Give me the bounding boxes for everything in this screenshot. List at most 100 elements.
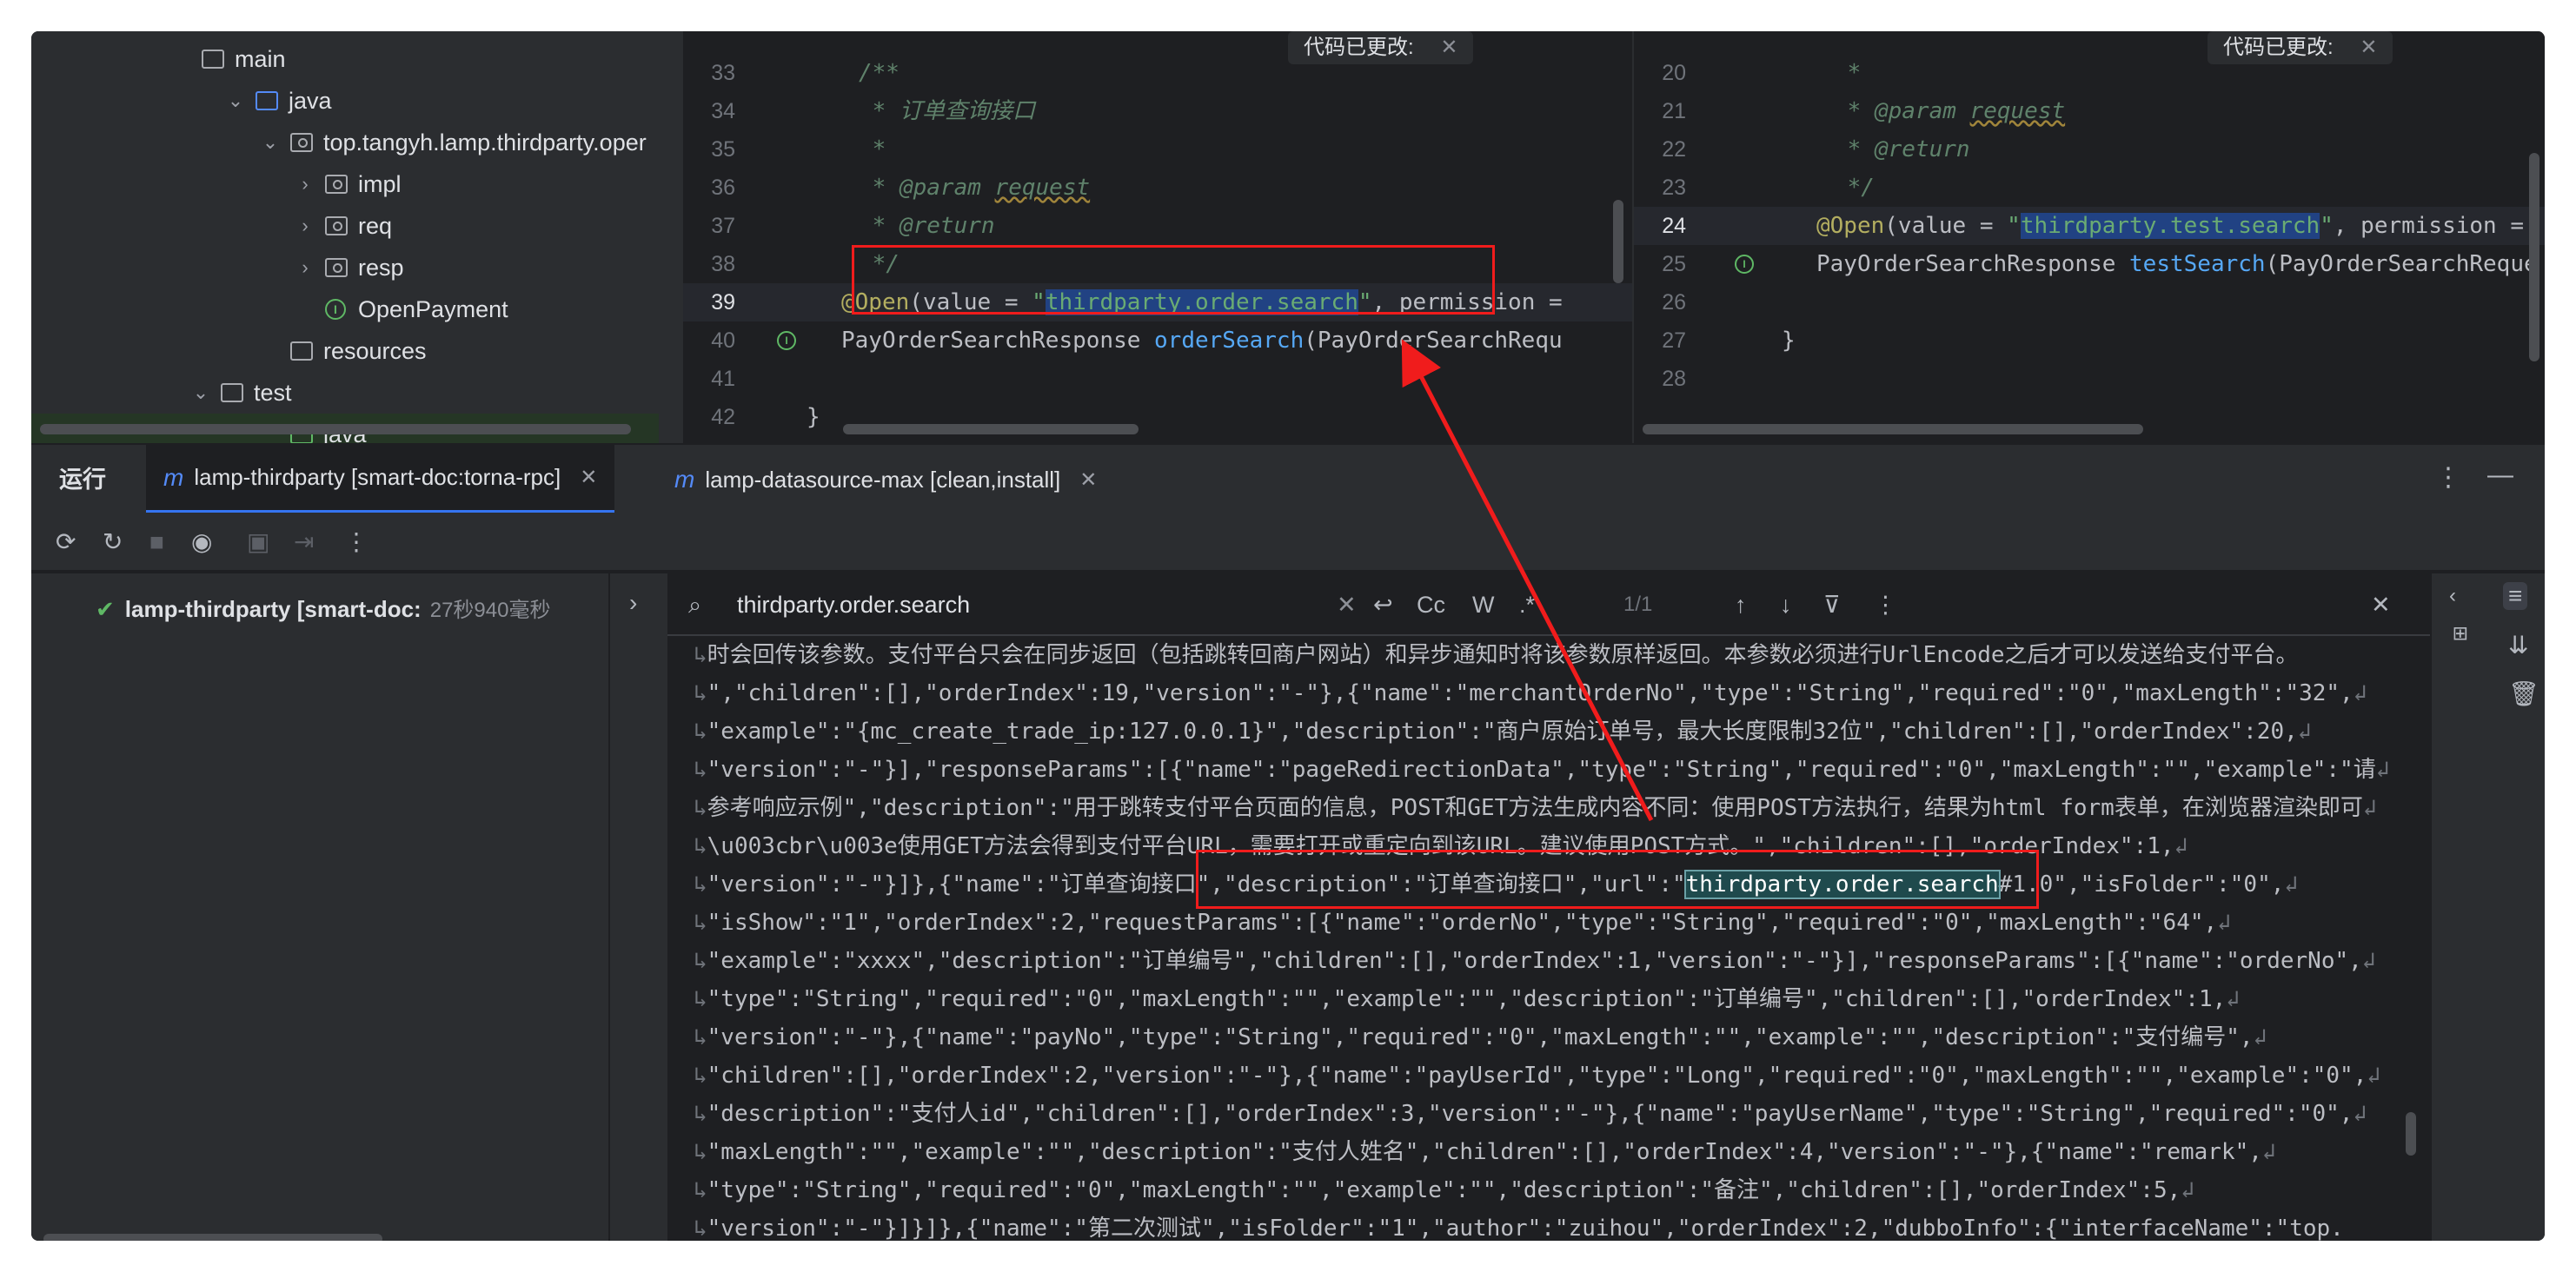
- folder-icon: [221, 383, 243, 402]
- search-icon[interactable]: ⌕: [688, 573, 701, 636]
- minimize-icon[interactable]: —: [2487, 460, 2513, 490]
- open-annotation-line[interactable]: @Open(value = "thirdparty.test.search", …: [1816, 207, 2524, 245]
- stop-icon[interactable]: ■: [149, 525, 164, 560]
- scroll-to-end-icon[interactable]: ⇊: [2508, 631, 2528, 659]
- whole-word-toggle[interactable]: W: [1472, 573, 1494, 636]
- console-line: ↳时会回传该参数。支付平台只会在同步返回（包括跳转回商户网站）和异步通知时将该参…: [694, 642, 2299, 668]
- soft-wrap-icon[interactable]: ≡: [2503, 582, 2528, 610]
- horizontal-scrollbar[interactable]: [1643, 424, 2143, 434]
- run-toolwindow-header: 运行 m lamp-thirdparty [smart-doc:torna-rp…: [31, 443, 2545, 514]
- arrow-up-icon[interactable]: ↑: [1735, 573, 1747, 636]
- search-input[interactable]: thirdparty.order.search: [737, 573, 970, 636]
- editor-left[interactable]: 33 34 35 36 37 38 39 40 41 42 43 I 代码已更改…: [681, 31, 1632, 443]
- chevron-right-icon[interactable]: ›: [294, 173, 316, 195]
- success-check-icon: ✔: [96, 596, 115, 622]
- close-icon[interactable]: ✕: [2371, 573, 2391, 636]
- console-line: ↳"example":"{mc_create_trade_ip:127.0.0.…: [694, 719, 2312, 745]
- chevron-right-icon[interactable]: ›: [294, 256, 316, 279]
- console-line: ↳","children":[],"orderIndex":19,"versio…: [694, 680, 2367, 706]
- run-tree: ✔ lamp-thirdparty [smart-doc: 27秒940毫秒: [31, 573, 608, 1241]
- console-line: ↳"isShow":"1","orderIndex":2,"requestPar…: [694, 910, 2231, 936]
- run-node[interactable]: ✔ lamp-thirdparty [smart-doc: 27秒940毫秒: [96, 593, 550, 623]
- tree-item-main[interactable]: main: [202, 38, 286, 80]
- trash-icon[interactable]: 🗑: [2508, 679, 2539, 708]
- more-options-icon[interactable]: ⋮: [344, 525, 368, 560]
- maven-icon: m: [674, 466, 695, 493]
- filter-icon[interactable]: ⊽: [1823, 573, 1841, 636]
- view-icon[interactable]: ◉: [191, 525, 212, 560]
- horizontal-scrollbar[interactable]: [843, 424, 1139, 434]
- package-icon: [325, 258, 348, 277]
- line-gutter: 33 34 35 36 37 38 39 40 41 42 43: [711, 61, 735, 429]
- close-icon[interactable]: ✕: [2360, 36, 2377, 59]
- console-line: ↳"type":"String","required":"0","maxLeng…: [694, 986, 2240, 1012]
- chevron-down-icon[interactable]: ⌄: [259, 131, 282, 154]
- chevron-right-icon[interactable]: ›: [629, 586, 637, 620]
- implementation-gutter-icon[interactable]: I: [777, 331, 796, 350]
- regex-toggle[interactable]: .*: [1519, 573, 1535, 636]
- console-side-toolbar: ‹ ⊞ ≡ ⇊ 🗑: [2430, 573, 2545, 1241]
- rerun-icon[interactable]: ⟳: [56, 525, 76, 560]
- match-count: 1/1: [1623, 593, 1653, 616]
- console-line: ↳"version":"-"}],"responseParams":[{"nam…: [694, 757, 2390, 783]
- horizontal-scrollbar[interactable]: [40, 424, 631, 434]
- tree-item-test[interactable]: ⌄ test: [189, 372, 292, 414]
- more-options-icon[interactable]: ⋮: [1874, 573, 1897, 636]
- editor-right[interactable]: 20 21 22 23 24 25 26 27 28 I 代码已更改: ✕ * …: [1632, 31, 2545, 443]
- implementation-gutter-icon[interactable]: I: [1735, 255, 1754, 274]
- tree-item-impl[interactable]: › impl: [294, 163, 401, 205]
- find-bar: ⌕ thirdparty.order.search ✕ ↩ Cc W .* 1/…: [667, 573, 2430, 636]
- console-line: ↳"example":"xxxx","description":"订单编号","…: [694, 948, 2376, 974]
- console-gutter: ›: [608, 573, 667, 1241]
- console-line: ↳"children":[],"orderIndex":2,"version":…: [694, 1063, 2381, 1089]
- vertical-scrollbar[interactable]: [1613, 200, 1623, 283]
- annotation-box-code: [852, 245, 1495, 315]
- run-title: 运行: [59, 467, 106, 493]
- console-line: ↳"type":"String","required":"0","maxLeng…: [694, 1177, 2194, 1203]
- match-case-toggle[interactable]: Cc: [1417, 573, 1445, 636]
- close-icon[interactable]: ✕: [1440, 36, 1457, 59]
- tree-item-req[interactable]: › req: [294, 205, 392, 247]
- tree-item-package[interactable]: ⌄ top.tangyh.lamp.thirdparty.oper: [259, 122, 647, 163]
- project-tree: main ⌄ java ⌄ top.tangyh.lamp.thirdparty…: [31, 31, 681, 443]
- folder-icon: [256, 91, 278, 110]
- newline-icon[interactable]: ↩: [1373, 573, 1393, 636]
- ide-window: main ⌄ java ⌄ top.tangyh.lamp.thirdparty…: [31, 31, 2545, 1241]
- package-icon: [325, 175, 348, 194]
- maven-icon: m: [163, 463, 184, 491]
- chevron-right-icon[interactable]: ›: [294, 215, 316, 237]
- chevron-down-icon[interactable]: ⌄: [224, 89, 247, 112]
- line-gutter: 20 21 22 23 24 25 26 27 28: [1662, 61, 1686, 391]
- export-icon[interactable]: ⇥: [294, 525, 314, 560]
- folder-icon: [202, 50, 224, 69]
- tree-item-resp[interactable]: › resp: [294, 247, 403, 288]
- rerun-failed-icon[interactable]: ↻: [103, 525, 123, 560]
- code-changed-inlay[interactable]: 代码已更改: ✕: [2208, 31, 2393, 64]
- more-options-icon[interactable]: ⋮: [2435, 462, 2461, 493]
- code-changed-inlay[interactable]: 代码已更改: ✕: [1288, 31, 1474, 64]
- package-icon: [290, 133, 313, 152]
- run-toolbar: ⟳ ↻ ■ ◉ ▣ ⇥ ⋮: [31, 513, 2545, 572]
- clear-icon[interactable]: ✕: [1337, 573, 1357, 636]
- structure-icon[interactable]: ⊞: [2449, 626, 2472, 641]
- console-line: ↳"version":"-"},{"name":"payNo","type":"…: [694, 1024, 2267, 1050]
- screenshot-icon[interactable]: ▣: [247, 525, 269, 560]
- horizontal-scrollbar[interactable]: [43, 1234, 382, 1241]
- tab-lamp-thirdparty[interactable]: m lamp-thirdparty [smart-doc:torna-rpc] …: [146, 445, 615, 514]
- tree-item-java[interactable]: ⌄ java: [224, 80, 332, 122]
- console-line: ↳"description":"支付人id","children":[],"or…: [694, 1101, 2367, 1127]
- arrow-down-icon[interactable]: ↓: [1780, 573, 1792, 636]
- chevron-down-icon[interactable]: ⌄: [189, 381, 212, 404]
- console-line: ↳"maxLength":"","example":"","descriptio…: [694, 1139, 2276, 1165]
- chevron-left-icon[interactable]: ‹: [2449, 584, 2456, 608]
- close-icon[interactable]: ✕: [580, 465, 597, 490]
- vertical-scrollbar[interactable]: [2406, 1112, 2416, 1156]
- vertical-scrollbar[interactable]: [2529, 153, 2539, 361]
- tree-item-resources[interactable]: resources: [259, 330, 427, 372]
- tree-item-openpayment[interactable]: I OpenPayment: [325, 288, 508, 330]
- tab-lamp-datasource-max[interactable]: m lamp-datasource-max [clean,install] ✕: [657, 445, 1114, 514]
- console-line: ↳"version":"-"}]}]},{"name":"第二次测试","isF…: [694, 1216, 2344, 1241]
- annotation-box-console: [1196, 850, 2039, 909]
- console-line: ↳参考响应示例","description":"用于跳转支付平台页面的信息，PO…: [694, 795, 2377, 821]
- close-icon[interactable]: ✕: [1079, 467, 1097, 493]
